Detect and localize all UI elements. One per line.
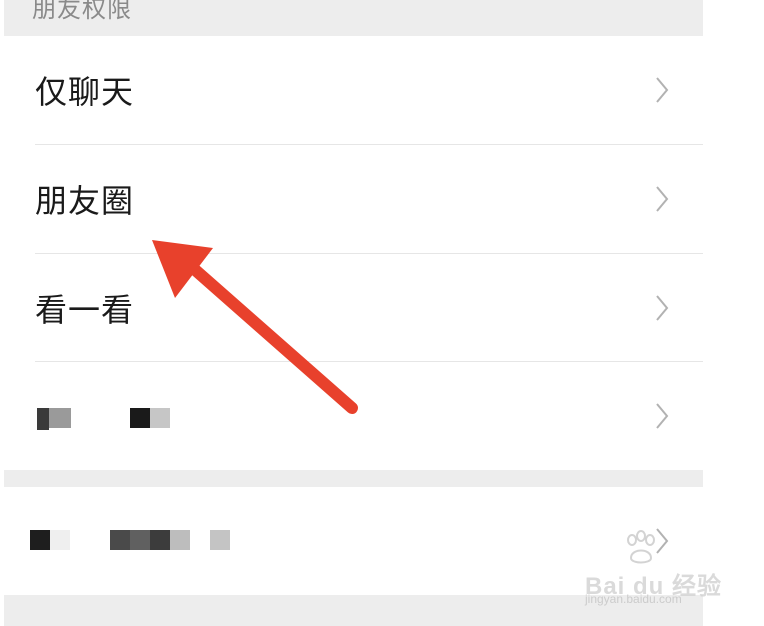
section-header-label: 朋友权限 [32,0,132,23]
row-label: 朋友圈 [35,182,135,220]
section-header: 朋友权限 [4,0,703,36]
chevron-right-icon [656,295,669,321]
section-gap [4,470,703,487]
chevron-right-icon [656,403,669,429]
baidu-watermark: Bai du 经验 jingyan.baidu.com [585,530,735,610]
watermark-url: jingyan.baidu.com [585,592,682,606]
chevron-right-icon [656,77,669,103]
permission-row-redacted[interactable] [4,362,703,470]
settings-screen: 朋友权限 仅聊天 朋友圈 看一看 Bai du 经验 jingyan.baidu… [0,0,764,626]
chevron-right-icon [656,186,669,212]
row-label: 仅聊天 [35,73,135,111]
permission-row-moments[interactable]: 朋友圈 [4,145,703,253]
paw-icon [627,530,655,564]
permission-row-top-stories[interactable]: 看一看 [4,254,703,362]
permission-row-chat-only[interactable]: 仅聊天 [4,36,703,144]
row-label: 看一看 [35,291,135,329]
